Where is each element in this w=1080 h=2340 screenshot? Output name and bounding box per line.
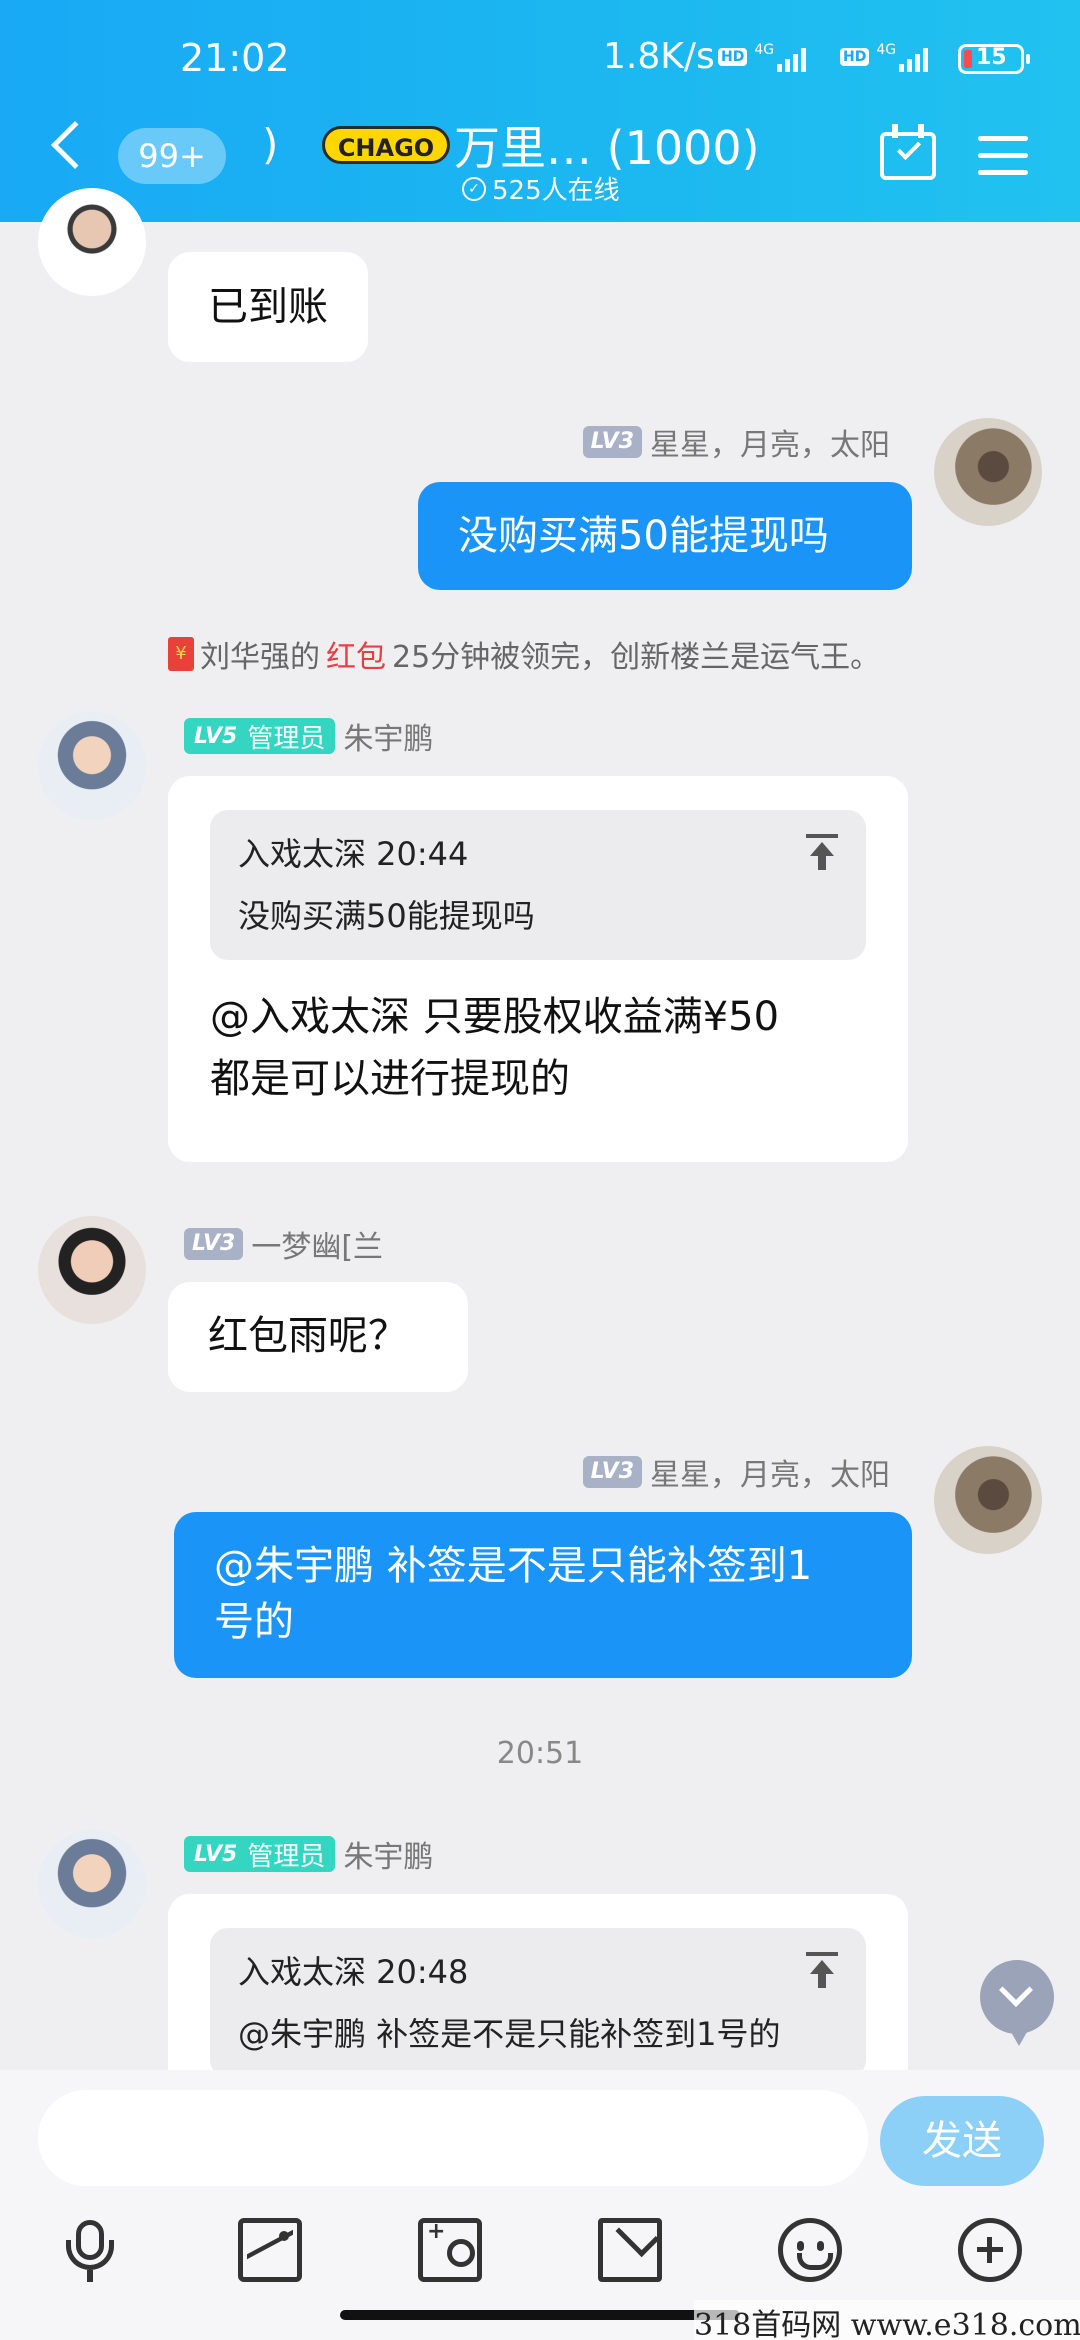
message-bubble[interactable]: 入戏太深 20:44 没购买满50能提现吗 @入戏太深 只要股权收益满¥50 都… (168, 776, 908, 1162)
my-avatar[interactable] (934, 418, 1042, 526)
message-bubble[interactable]: 已到账 (168, 252, 368, 362)
camera-icon[interactable] (418, 2218, 482, 2282)
jump-to-quote-icon[interactable] (806, 834, 838, 870)
quoted-message[interactable]: 入戏太深 20:48 @朱宇鹏 补签是不是只能补签到1号的 (210, 1928, 866, 2078)
status-bar: 21:02 1.8K/s HD 4G HD 4G 15 (0, 36, 1080, 86)
red-packet-icon: ¥ (168, 637, 194, 671)
image-icon[interactable] (238, 2218, 302, 2282)
message-bubble[interactable]: 红包雨呢？ (168, 1282, 468, 1392)
jump-to-quote-icon[interactable] (806, 1952, 838, 1988)
send-button[interactable]: 发送 (880, 2096, 1044, 2186)
sender-name[interactable]: 星星，月亮，太阳 (650, 1450, 890, 1494)
group-title[interactable]: 万里… (1000) (454, 112, 760, 178)
level-badge: LV3 (184, 1228, 244, 1260)
sender-meta: LV5 管理员 朱宇鹏 (184, 714, 433, 758)
avatar[interactable] (38, 1830, 146, 1938)
group-logo: CHAGO (322, 126, 450, 164)
menu-icon[interactable] (978, 136, 1028, 176)
quoted-message[interactable]: 入戏太深 20:44 没购买满50能提现吗 (210, 810, 866, 960)
sender-name[interactable]: 星星，月亮，太阳 (650, 420, 890, 464)
battery-icon: 15 (958, 44, 1030, 74)
earpiece-mode-icon[interactable]: ) (262, 120, 278, 169)
level-badge: LV3 (582, 426, 642, 458)
my-avatar[interactable] (934, 1446, 1042, 1554)
sender-meta: LV3 星星，月亮，太阳 (582, 420, 890, 464)
composer-toolbar (0, 2218, 1080, 2298)
chat-header: 21:02 1.8K/s HD 4G HD 4G 15 99+ ) CHAGO 万里… (0, 0, 1080, 222)
avatar[interactable] (38, 188, 146, 296)
admin-badge: LV5 管理员 (184, 1836, 336, 1872)
sender-name[interactable]: 一梦幽[兰 (251, 1222, 383, 1266)
message-bubble[interactable]: 没购买满50能提现吗 (418, 482, 912, 590)
quote-header: 入戏太深 20:44 (238, 835, 469, 873)
quote-header: 入戏太深 20:48 (238, 1953, 469, 1991)
emoji-icon[interactable] (778, 2218, 842, 2282)
red-packet-notice: ¥ 刘华强的 红包 25分钟被领完，创新楼兰是运气王。 (168, 632, 880, 676)
checkin-calendar-icon[interactable] (880, 124, 936, 180)
red-packet-icon[interactable] (598, 2218, 662, 2282)
admin-badge: LV5 管理员 (184, 718, 336, 754)
online-count-label: 525人在线 (492, 176, 620, 206)
sender-name[interactable]: 朱宇鹏 (343, 1832, 433, 1876)
level-badge: LV3 (582, 1456, 642, 1488)
back-button[interactable] (50, 120, 100, 170)
avatar[interactable] (38, 1216, 146, 1324)
message-input[interactable] (38, 2090, 868, 2186)
online-count: ✓ 525人在线 (462, 170, 620, 207)
quote-text: 没购买满50能提现吗 (238, 897, 535, 935)
chevron-down-icon (999, 1973, 1033, 2007)
signal-1-icon: HD 4G (718, 42, 807, 72)
sender-meta: LV3 星星，月亮，太阳 (582, 1450, 890, 1494)
network-rate: 1.8K/s (603, 36, 715, 77)
sender-meta: LV5 管理员 朱宇鹏 (184, 1832, 433, 1876)
watermark: 318首码网 www.e318.com (694, 2300, 1080, 2340)
red-packet-link[interactable]: 红包 (326, 632, 386, 676)
quote-text: @朱宇鹏 补签是不是只能补签到1号的 (238, 2015, 781, 2053)
avatar[interactable] (38, 712, 146, 820)
mic-icon[interactable] (58, 2218, 122, 2282)
home-indicator[interactable] (340, 2310, 740, 2320)
time-divider: 20:51 (496, 1736, 584, 1771)
unread-badge[interactable]: 99+ (118, 128, 226, 184)
sender-meta: LV3 一梦幽[兰 (184, 1222, 383, 1266)
message-text: @入戏太深 只要股权收益满¥50 都是可以进行提现的 (210, 994, 780, 1102)
plus-icon[interactable] (958, 2218, 1022, 2282)
signal-2-icon: HD 4G (840, 42, 929, 72)
message-bubble[interactable]: @朱宇鹏 补签是不是只能补签到1 号的 (174, 1512, 912, 1678)
status-time: 21:02 (180, 36, 290, 80)
scroll-to-bottom-button[interactable] (980, 1960, 1054, 2046)
online-check-icon: ✓ (462, 176, 486, 201)
sender-name[interactable]: 朱宇鹏 (343, 714, 433, 758)
